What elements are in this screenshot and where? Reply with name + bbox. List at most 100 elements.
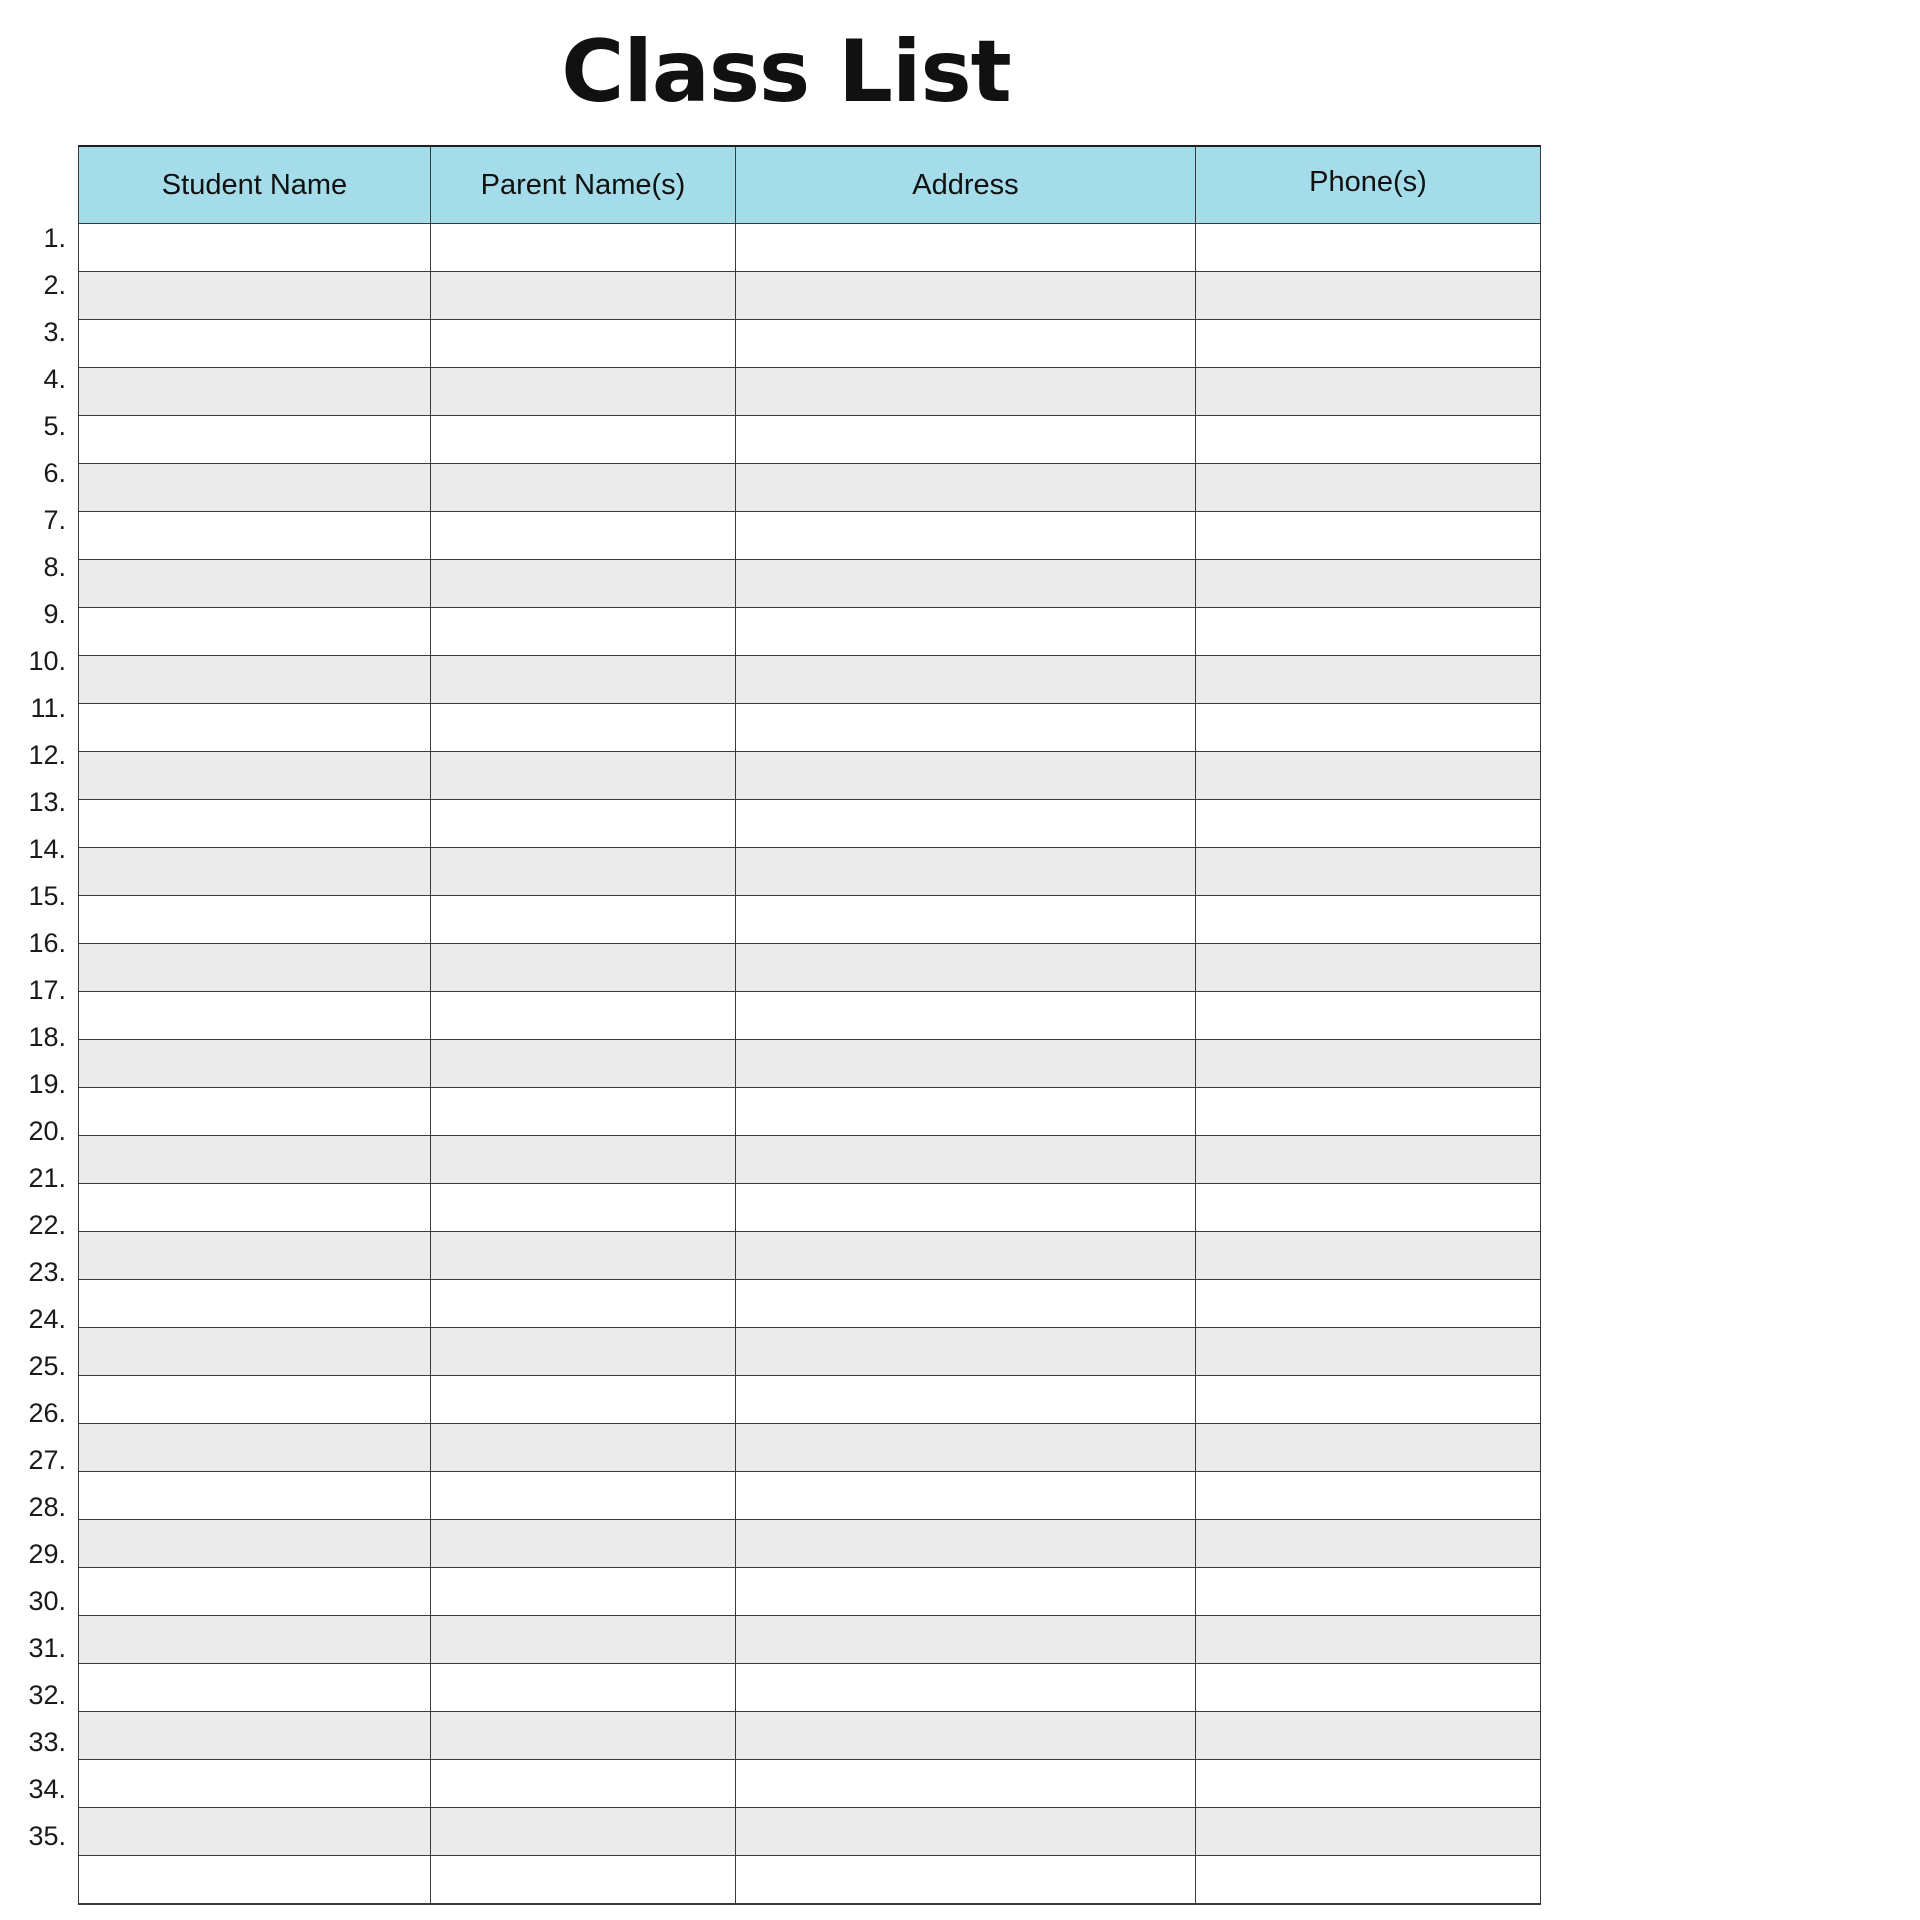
cell-student_name[interactable] bbox=[78, 1855, 431, 1905]
cell-student_name[interactable] bbox=[78, 847, 431, 896]
cell-student_name[interactable] bbox=[78, 655, 431, 704]
cell-address[interactable] bbox=[735, 1615, 1196, 1664]
cell-address[interactable] bbox=[735, 751, 1196, 800]
cell-parent_names[interactable] bbox=[430, 223, 736, 272]
cell-student_name[interactable] bbox=[78, 799, 431, 848]
cell-parent_names[interactable] bbox=[430, 271, 736, 320]
cell-student_name[interactable] bbox=[78, 1087, 431, 1136]
column-header-parent-names[interactable]: Parent Name(s) bbox=[430, 145, 736, 224]
cell-address[interactable] bbox=[735, 1519, 1196, 1568]
cell-student_name[interactable] bbox=[78, 1423, 431, 1472]
cell-address[interactable] bbox=[735, 511, 1196, 560]
cell-parent_names[interactable] bbox=[430, 655, 736, 704]
cell-student_name[interactable] bbox=[78, 559, 431, 608]
cell-parent_names[interactable] bbox=[430, 1087, 736, 1136]
cell-parent_names[interactable] bbox=[430, 511, 736, 560]
cell-phones[interactable] bbox=[1195, 463, 1541, 512]
cell-phones[interactable] bbox=[1195, 655, 1541, 704]
cell-parent_names[interactable] bbox=[430, 1327, 736, 1376]
cell-student_name[interactable] bbox=[78, 1327, 431, 1376]
cell-student_name[interactable] bbox=[78, 367, 431, 416]
cell-address[interactable] bbox=[735, 943, 1196, 992]
cell-address[interactable] bbox=[735, 1711, 1196, 1760]
cell-phones[interactable] bbox=[1195, 1423, 1541, 1472]
cell-student_name[interactable] bbox=[78, 1567, 431, 1616]
cell-phones[interactable] bbox=[1195, 799, 1541, 848]
cell-student_name[interactable] bbox=[78, 1183, 431, 1232]
cell-address[interactable] bbox=[735, 1807, 1196, 1856]
cell-phones[interactable] bbox=[1195, 559, 1541, 608]
cell-address[interactable] bbox=[735, 703, 1196, 752]
cell-address[interactable] bbox=[735, 271, 1196, 320]
cell-parent_names[interactable] bbox=[430, 1183, 736, 1232]
cell-phones[interactable] bbox=[1195, 1183, 1541, 1232]
cell-student_name[interactable] bbox=[78, 895, 431, 944]
cell-parent_names[interactable] bbox=[430, 559, 736, 608]
cell-student_name[interactable] bbox=[78, 1471, 431, 1520]
cell-phones[interactable] bbox=[1195, 607, 1541, 656]
cell-student_name[interactable] bbox=[78, 511, 431, 560]
cell-parent_names[interactable] bbox=[430, 895, 736, 944]
cell-phones[interactable] bbox=[1195, 751, 1541, 800]
cell-address[interactable] bbox=[735, 223, 1196, 272]
cell-phones[interactable] bbox=[1195, 943, 1541, 992]
cell-phones[interactable] bbox=[1195, 1135, 1541, 1184]
cell-phones[interactable] bbox=[1195, 1087, 1541, 1136]
cell-address[interactable] bbox=[735, 463, 1196, 512]
cell-student_name[interactable] bbox=[78, 271, 431, 320]
cell-student_name[interactable] bbox=[78, 1759, 431, 1808]
cell-student_name[interactable] bbox=[78, 1663, 431, 1712]
cell-parent_names[interactable] bbox=[430, 367, 736, 416]
cell-parent_names[interactable] bbox=[430, 847, 736, 896]
cell-parent_names[interactable] bbox=[430, 1519, 736, 1568]
column-header-phones[interactable]: Phone(s) bbox=[1195, 145, 1541, 224]
cell-phones[interactable] bbox=[1195, 1471, 1541, 1520]
cell-student_name[interactable] bbox=[78, 943, 431, 992]
cell-address[interactable] bbox=[735, 559, 1196, 608]
cell-address[interactable] bbox=[735, 1183, 1196, 1232]
cell-phones[interactable] bbox=[1195, 1663, 1541, 1712]
cell-student_name[interactable] bbox=[78, 463, 431, 512]
cell-address[interactable] bbox=[735, 655, 1196, 704]
cell-student_name[interactable] bbox=[78, 1231, 431, 1280]
cell-address[interactable] bbox=[735, 1279, 1196, 1328]
cell-address[interactable] bbox=[735, 319, 1196, 368]
cell-phones[interactable] bbox=[1195, 1039, 1541, 1088]
cell-parent_names[interactable] bbox=[430, 1615, 736, 1664]
cell-student_name[interactable] bbox=[78, 415, 431, 464]
cell-parent_names[interactable] bbox=[430, 703, 736, 752]
cell-phones[interactable] bbox=[1195, 895, 1541, 944]
cell-student_name[interactable] bbox=[78, 751, 431, 800]
cell-student_name[interactable] bbox=[78, 1615, 431, 1664]
cell-address[interactable] bbox=[735, 1135, 1196, 1184]
cell-parent_names[interactable] bbox=[430, 991, 736, 1040]
cell-parent_names[interactable] bbox=[430, 319, 736, 368]
cell-phones[interactable] bbox=[1195, 847, 1541, 896]
cell-phones[interactable] bbox=[1195, 1759, 1541, 1808]
cell-student_name[interactable] bbox=[78, 703, 431, 752]
cell-phones[interactable] bbox=[1195, 1567, 1541, 1616]
cell-address[interactable] bbox=[735, 991, 1196, 1040]
cell-phones[interactable] bbox=[1195, 511, 1541, 560]
cell-address[interactable] bbox=[735, 367, 1196, 416]
cell-parent_names[interactable] bbox=[430, 1231, 736, 1280]
cell-student_name[interactable] bbox=[78, 1135, 431, 1184]
cell-address[interactable] bbox=[735, 1039, 1196, 1088]
cell-phones[interactable] bbox=[1195, 1519, 1541, 1568]
cell-phones[interactable] bbox=[1195, 1375, 1541, 1424]
cell-address[interactable] bbox=[735, 847, 1196, 896]
cell-student_name[interactable] bbox=[78, 1279, 431, 1328]
cell-phones[interactable] bbox=[1195, 1279, 1541, 1328]
column-header-student-name[interactable]: Student Name bbox=[78, 145, 431, 224]
cell-phones[interactable] bbox=[1195, 1855, 1541, 1905]
cell-phones[interactable] bbox=[1195, 223, 1541, 272]
cell-parent_names[interactable] bbox=[430, 1375, 736, 1424]
cell-parent_names[interactable] bbox=[430, 1807, 736, 1856]
cell-address[interactable] bbox=[735, 1231, 1196, 1280]
cell-phones[interactable] bbox=[1195, 1615, 1541, 1664]
cell-phones[interactable] bbox=[1195, 1711, 1541, 1760]
cell-address[interactable] bbox=[735, 1759, 1196, 1808]
cell-phones[interactable] bbox=[1195, 319, 1541, 368]
cell-address[interactable] bbox=[735, 1471, 1196, 1520]
cell-address[interactable] bbox=[735, 607, 1196, 656]
